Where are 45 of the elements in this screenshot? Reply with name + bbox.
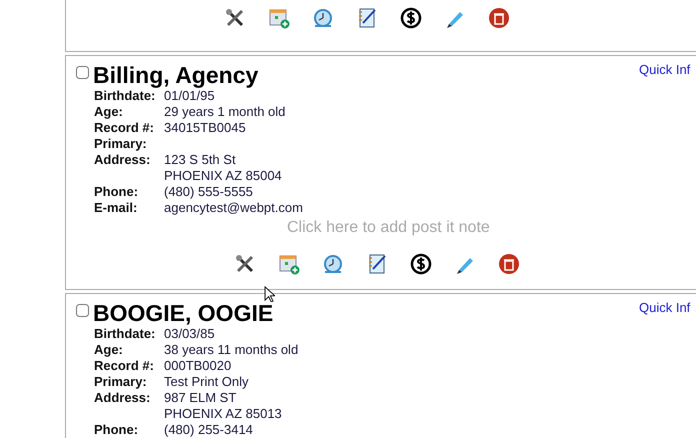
field-label: Phone: — [94, 184, 140, 200]
calendar-add-icon[interactable] — [278, 253, 300, 275]
patient-name: Billing, Agency — [93, 62, 258, 88]
field-value: 987 ELM ST — [164, 390, 238, 406]
tools-icon[interactable] — [234, 253, 256, 275]
tools-icon[interactable] — [224, 7, 246, 29]
select-checkbox[interactable] — [76, 304, 89, 316]
quick-info-link[interactable]: Quick Inf — [639, 62, 690, 77]
field-label: E-mail: — [94, 200, 138, 216]
dollar-icon[interactable] — [400, 7, 422, 29]
quick-info-link[interactable]: Quick Inf — [639, 300, 690, 315]
field-label: Address: — [94, 390, 152, 407]
field-value: 123 S 5th St — [164, 152, 237, 168]
field-label: Primary: — [94, 136, 148, 152]
field-value: PHOENIX AZ 85004 — [164, 168, 283, 184]
field-label: Record #: — [94, 358, 155, 374]
field-label: Age: — [94, 342, 124, 358]
field-value: 29 years 1 month old — [164, 104, 286, 120]
field-value: (480) 255-3414 — [164, 422, 254, 438]
trash-icon[interactable] — [488, 7, 510, 29]
dollar-icon[interactable] — [410, 253, 432, 275]
field-value: (480) 555-5555 — [164, 184, 254, 200]
select-checkbox[interactable] — [76, 66, 89, 78]
alarm-clock-icon[interactable] — [312, 7, 334, 29]
field-value: 03/03/85 — [164, 326, 216, 342]
field-label: Primary: — [94, 374, 148, 390]
field-value: Test Print Only — [164, 374, 250, 390]
calendar-add-icon[interactable] — [268, 7, 290, 29]
notepad-icon[interactable] — [356, 7, 378, 29]
field-label: Record #: — [94, 120, 155, 136]
field-value: 38 years 11 months old — [164, 342, 300, 358]
field-label: Birthdate: — [94, 88, 156, 104]
field-label: Address: — [94, 152, 152, 169]
field-value: agencytest@webpt.com — [164, 200, 304, 216]
field-label: Phone: — [94, 422, 140, 438]
field-label: Birthdate: — [94, 326, 156, 342]
field-value: 01/01/95 — [164, 88, 216, 104]
trash-icon[interactable] — [498, 253, 520, 275]
notepad-icon[interactable] — [366, 253, 388, 275]
field-value: PHOENIX AZ 85013 — [164, 406, 283, 422]
field-value: 000TB0020 — [164, 358, 232, 374]
field-value: 34015TB0045 — [164, 120, 247, 136]
alarm-clock-icon[interactable] — [322, 253, 344, 275]
patient-name: BOOGIE, OOGIE — [93, 300, 274, 326]
field-label: Age: — [94, 104, 124, 120]
